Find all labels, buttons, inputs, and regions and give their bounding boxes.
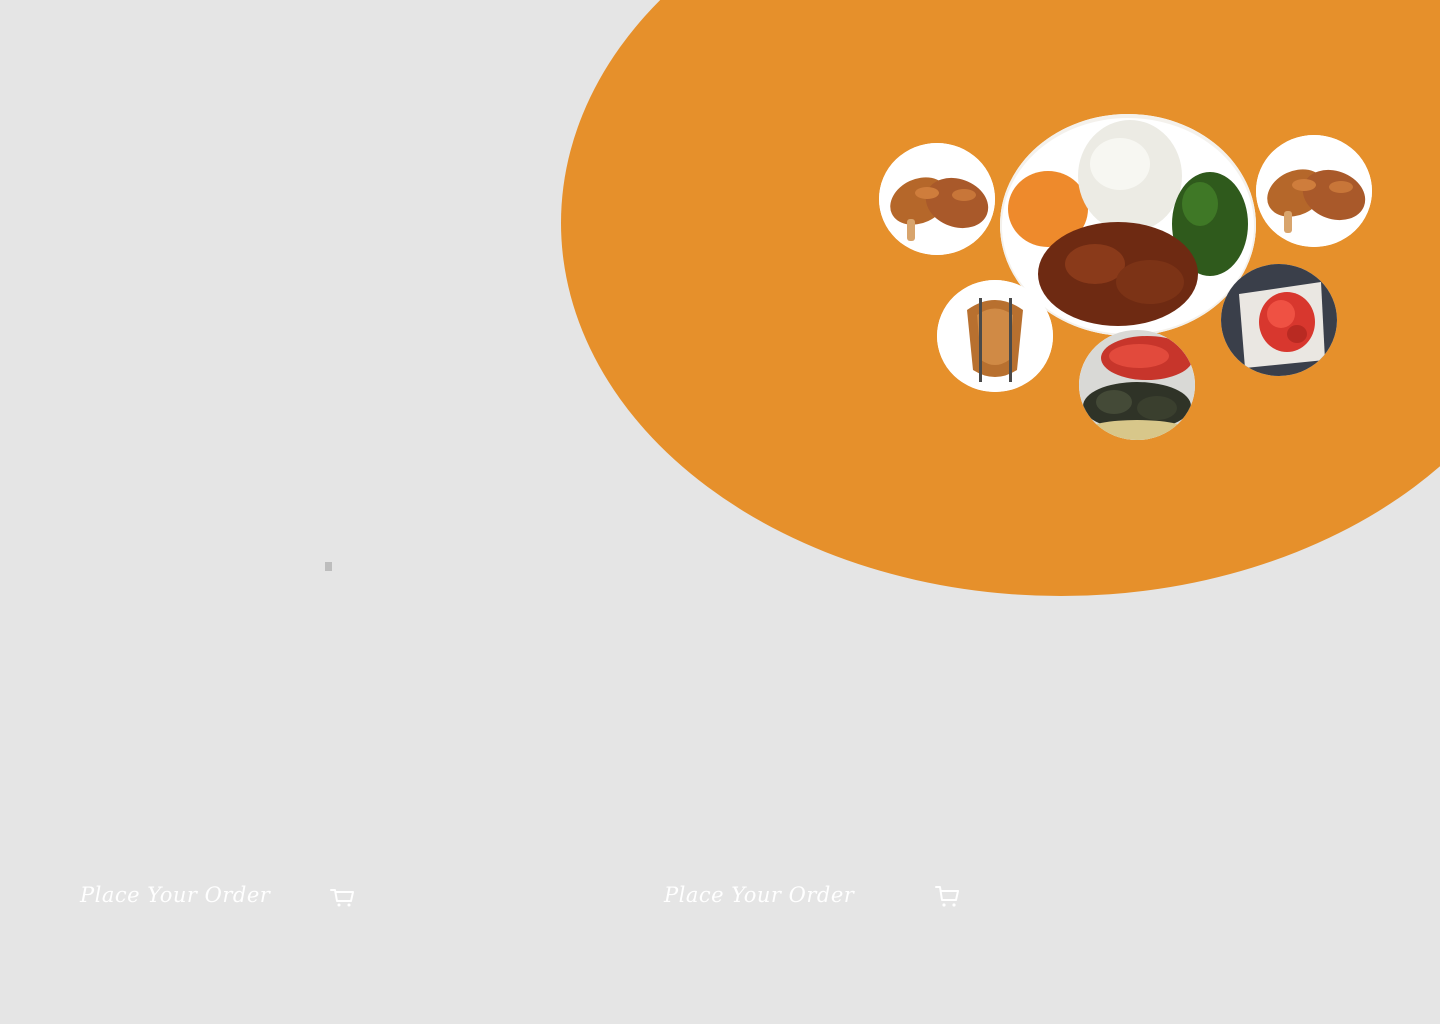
place-order-label: Place Your Order bbox=[80, 883, 271, 907]
cart-icon[interactable] bbox=[329, 884, 355, 908]
cart-icon[interactable] bbox=[934, 884, 960, 908]
place-order-button[interactable]: Place Your Order bbox=[80, 872, 270, 918]
landing-page: Place Your Order Place Your Order bbox=[0, 0, 1440, 1024]
food-image-tomato-salad bbox=[1221, 264, 1337, 376]
food-image-skewered-chicken bbox=[937, 280, 1053, 392]
food-image-chicken-drumsticks bbox=[1256, 135, 1372, 247]
food-image-chicken-drumsticks bbox=[879, 143, 995, 255]
place-order-label: Place Your Order bbox=[664, 883, 855, 907]
scroll-marker bbox=[325, 562, 332, 571]
food-image-grilled-meat bbox=[1079, 330, 1195, 440]
place-order-button[interactable]: Place Your Order bbox=[664, 872, 854, 918]
